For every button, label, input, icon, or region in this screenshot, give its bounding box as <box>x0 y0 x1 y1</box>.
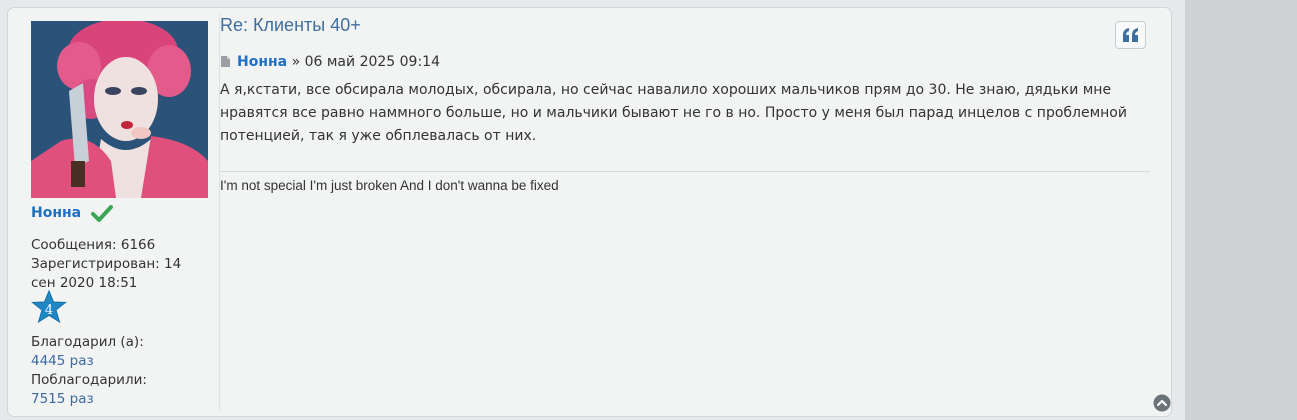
messages-count: Сообщения: 6166 <box>31 237 156 253</box>
star-icon: 4 <box>31 289 67 328</box>
quote-icon <box>1122 27 1140 47</box>
thanked-by-label: Поблагодарили: <box>31 372 147 388</box>
forum-post: Нонна Сообщения: 6166 Зарегистрирован: 1… <box>7 7 1172 417</box>
meta-separator: » <box>287 54 305 70</box>
signature-divider <box>220 171 1150 172</box>
chevron-up-circle-icon <box>1153 394 1171 416</box>
thanked-label: Благодарил (а): <box>31 334 144 350</box>
check-icon <box>91 205 113 227</box>
thanked-value[interactable]: 4445 раз <box>31 352 213 371</box>
avatar[interactable] <box>31 21 208 198</box>
body-line: нравятся все равно наммного больше, но и… <box>220 105 1127 121</box>
body-line: А я,кстати, все обсирала молодых, обсира… <box>220 82 1112 98</box>
post-author[interactable]: Нонна <box>237 54 287 70</box>
author-profile: Нонна Сообщения: 6166 Зарегистрирован: 1… <box>23 13 220 411</box>
quote-button[interactable] <box>1115 21 1146 49</box>
signature: I'm not special I'm just broken And I do… <box>220 178 559 193</box>
document-icon[interactable] <box>220 55 231 72</box>
body-line: потенцией, так я уже обплевалась от них. <box>220 128 537 144</box>
profile-author-name[interactable]: Нонна <box>31 205 81 221</box>
post-content: Re: Клиенты 40+ Нонна » 06 май 2025 09:1… <box>220 13 1150 411</box>
rank-number: 4 <box>45 303 53 318</box>
thanked-by-value[interactable]: 7515 раз <box>31 390 213 409</box>
back-to-top-button[interactable] <box>1153 394 1171 416</box>
post-meta: Нонна » 06 май 2025 09:14 <box>220 54 440 72</box>
post-body: А я,кстати, все обсирала молодых, обсира… <box>220 79 1148 148</box>
post-date: 06 май 2025 09:14 <box>304 54 440 70</box>
post-title[interactable]: Re: Клиенты 40+ <box>220 15 361 36</box>
registered-line1: Зарегистрирован: 14 <box>31 256 182 272</box>
